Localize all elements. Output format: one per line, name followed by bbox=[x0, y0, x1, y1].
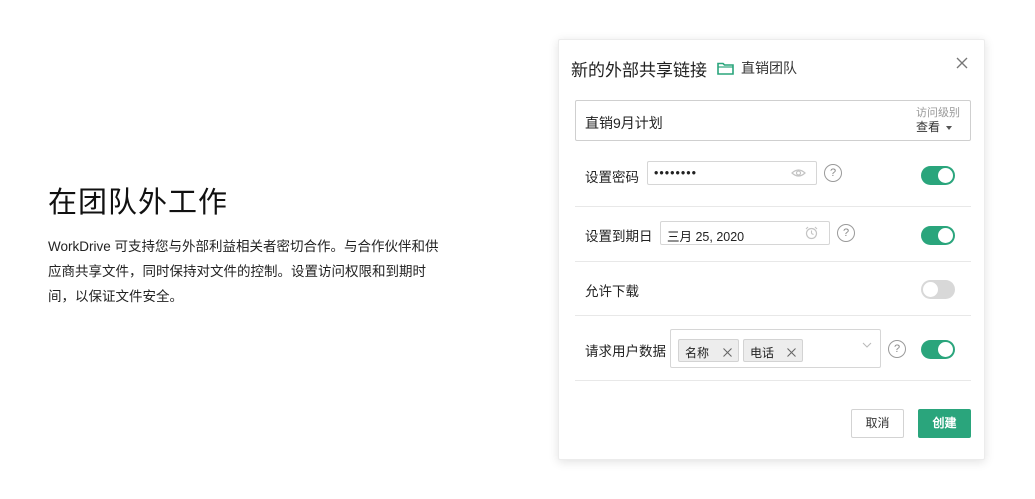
intro-line-3: 间，以保证文件安全。 bbox=[48, 289, 183, 304]
tag-label: 名称 bbox=[685, 346, 710, 360]
intro-description: WorkDrive 可支持您与外部利益相关者密切合作。与合作伙伴和供 应商共享文… bbox=[48, 234, 478, 309]
access-level-text: 查看 bbox=[916, 120, 941, 134]
help-icon[interactable]: ? bbox=[888, 340, 906, 358]
user-data-toggle[interactable] bbox=[921, 340, 955, 359]
dialog-title: 新的外部共享链接 bbox=[571, 60, 707, 80]
download-toggle[interactable] bbox=[921, 280, 955, 299]
toggle-knob bbox=[938, 342, 953, 357]
link-name-value: 直销9月计划 bbox=[585, 115, 663, 131]
share-link-dialog: 新的外部共享链接 直销团队 直销9月计划 访问级别 查看 设置密码 ••••••… bbox=[558, 39, 985, 460]
tag-remove-icon[interactable] bbox=[786, 345, 797, 357]
download-label: 允许下载 bbox=[585, 284, 639, 299]
user-data-row: 请求用户数据 名称 电话 ? bbox=[575, 316, 971, 381]
intro-line-2: 应商共享文件，同时保持对文件的控制。设置访问权限和到期时 bbox=[48, 264, 426, 279]
password-row: 设置密码 •••••••• ? bbox=[575, 152, 971, 207]
password-toggle[interactable] bbox=[921, 166, 955, 185]
alarm-clock-icon[interactable] bbox=[804, 226, 819, 240]
help-icon[interactable]: ? bbox=[824, 164, 842, 182]
password-value: •••••••• bbox=[654, 166, 698, 180]
create-button[interactable]: 创建 bbox=[918, 409, 971, 438]
intro-section: 在团队外工作 WorkDrive 可支持您与外部利益相关者密切合作。与合作伙伴和… bbox=[48, 186, 478, 309]
tag-phone: 电话 bbox=[743, 339, 803, 362]
caret-down-icon bbox=[946, 125, 953, 130]
password-input[interactable]: •••••••• bbox=[647, 161, 817, 185]
intro-line-1: WorkDrive 可支持您与外部利益相关者密切合作。与合作伙伴和供 bbox=[48, 239, 439, 254]
chevron-down-icon[interactable] bbox=[862, 336, 872, 348]
tag-label: 电话 bbox=[750, 346, 775, 360]
user-data-label: 请求用户数据 bbox=[585, 344, 666, 359]
expiry-toggle[interactable] bbox=[921, 226, 955, 245]
help-icon[interactable]: ? bbox=[837, 224, 855, 242]
folder-icon bbox=[717, 62, 734, 75]
expiry-label: 设置到期日 bbox=[585, 229, 653, 244]
dialog-header: 新的外部共享链接 直销团队 bbox=[571, 55, 972, 80]
folder-name: 直销团队 bbox=[741, 60, 797, 76]
expiry-row: 设置到期日 三月 25, 2020 ? bbox=[575, 207, 971, 262]
toggle-knob bbox=[938, 228, 953, 243]
tag-name: 名称 bbox=[678, 339, 739, 362]
tag-remove-icon[interactable] bbox=[722, 345, 733, 357]
eye-icon[interactable] bbox=[791, 166, 806, 180]
expiry-date-input[interactable]: 三月 25, 2020 bbox=[660, 221, 830, 245]
close-icon[interactable] bbox=[954, 55, 970, 71]
user-data-select[interactable]: 名称 电话 bbox=[670, 329, 881, 368]
access-level-label: 访问级别 bbox=[916, 107, 960, 119]
link-name-input[interactable]: 直销9月计划 访问级别 查看 bbox=[575, 100, 971, 141]
password-label: 设置密码 bbox=[585, 170, 639, 185]
expiry-date-value: 三月 25, 2020 bbox=[667, 230, 745, 244]
intro-heading: 在团队外工作 bbox=[48, 187, 229, 219]
toggle-knob bbox=[938, 168, 953, 183]
access-level-dropdown[interactable]: 访问级别 查看 bbox=[916, 107, 960, 135]
toggle-knob bbox=[923, 282, 938, 297]
cancel-button[interactable]: 取消 bbox=[851, 409, 904, 438]
download-row: 允许下载 bbox=[575, 262, 971, 316]
access-level-value: 查看 bbox=[916, 120, 960, 135]
